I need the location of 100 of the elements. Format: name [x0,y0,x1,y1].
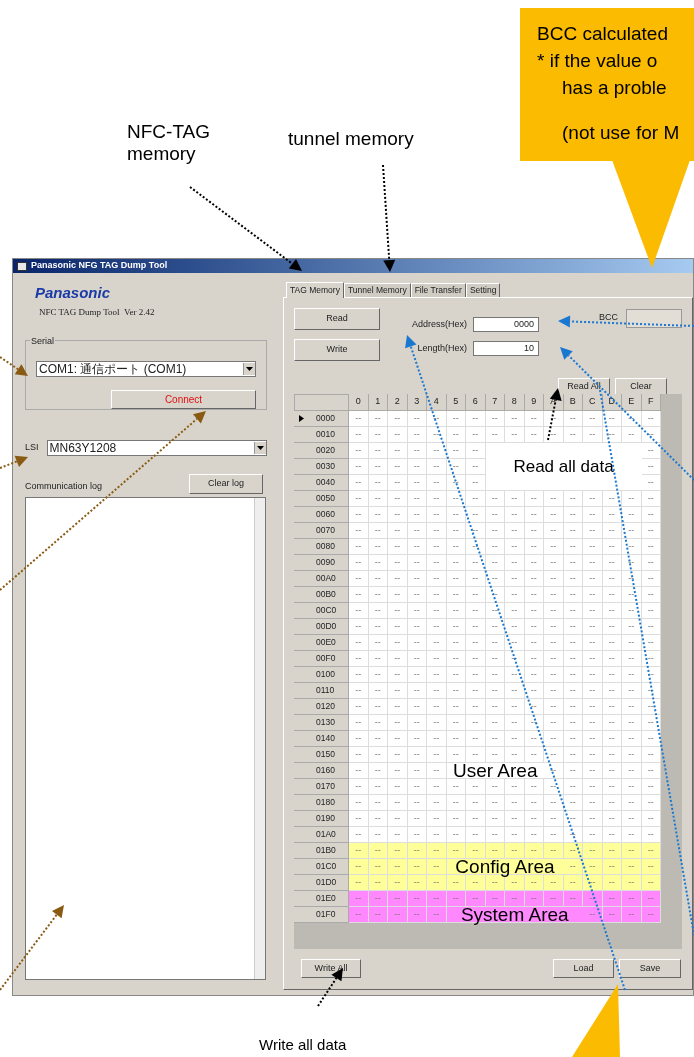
table-cell[interactable]: -- [388,699,408,715]
table-cell[interactable]: -- [563,747,583,763]
table-cell[interactable]: -- [544,555,564,571]
table-cell[interactable]: -- [427,475,447,491]
table-cell[interactable]: -- [407,571,427,587]
table-cell[interactable]: -- [466,619,486,635]
table-cell[interactable]: -- [407,875,427,891]
table-cell[interactable]: -- [485,491,505,507]
table-cell[interactable]: -- [583,571,603,587]
table-cell[interactable]: -- [427,635,447,651]
table-cell[interactable]: -- [368,443,388,459]
table-cell[interactable]: -- [446,427,466,443]
table-cell[interactable]: -- [583,747,603,763]
row-header[interactable]: 0180 [294,795,349,811]
table-cell[interactable]: -- [407,475,427,491]
table-cell[interactable]: -- [388,859,408,875]
table-cell[interactable]: -- [622,811,642,827]
row-header[interactable]: 00C0 [294,603,349,619]
table-cell[interactable]: -- [622,651,642,667]
table-cell[interactable]: -- [407,523,427,539]
table-cell[interactable]: -- [349,635,369,651]
row-header[interactable]: 0050 [294,491,349,507]
table-cell[interactable]: -- [407,795,427,811]
table-cell[interactable]: -- [349,715,369,731]
table-cell[interactable]: -- [388,619,408,635]
table-cell[interactable]: -- [485,715,505,731]
table-cell[interactable]: -- [622,587,642,603]
table-cell[interactable]: -- [446,619,466,635]
table-cell[interactable]: -- [368,667,388,683]
table-cell[interactable]: -- [544,827,564,843]
table-cell[interactable]: -- [583,699,603,715]
table-cell[interactable]: -- [544,587,564,603]
table-cell[interactable]: -- [427,555,447,571]
row-header[interactable]: 00F0 [294,651,349,667]
table-cell[interactable]: -- [368,427,388,443]
table-cell[interactable]: -- [505,699,525,715]
table-cell[interactable]: -- [602,635,622,651]
table-cell[interactable]: -- [466,811,486,827]
table-cell[interactable]: -- [563,795,583,811]
table-cell[interactable]: -- [368,571,388,587]
table-cell[interactable]: -- [583,523,603,539]
table-cell[interactable]: -- [622,779,642,795]
table-cell[interactable]: -- [368,411,388,427]
table-cell[interactable]: -- [388,827,408,843]
table-cell[interactable]: -- [466,571,486,587]
table-cell[interactable]: -- [427,619,447,635]
table-cell[interactable]: -- [349,795,369,811]
table-cell[interactable]: -- [427,779,447,795]
table-cell[interactable]: -- [427,859,447,875]
table-cell[interactable]: -- [524,635,544,651]
row-header[interactable]: 0070 [294,523,349,539]
table-cell[interactable]: -- [388,587,408,603]
table-cell[interactable]: -- [505,667,525,683]
table-cell[interactable]: -- [388,507,408,523]
table-cell[interactable]: -- [641,843,661,859]
row-header[interactable]: 00A0 [294,571,349,587]
table-cell[interactable]: -- [466,491,486,507]
table-cell[interactable]: -- [388,747,408,763]
table-cell[interactable]: -- [583,779,603,795]
row-header[interactable]: 01B0 [294,843,349,859]
write-button[interactable]: Write [294,339,380,361]
table-cell[interactable]: -- [427,763,447,779]
table-cell[interactable]: -- [583,827,603,843]
table-cell[interactable]: -- [388,683,408,699]
table-cell[interactable]: -- [641,875,661,891]
table-cell[interactable]: -- [388,411,408,427]
table-cell[interactable]: -- [349,459,369,475]
table-cell[interactable]: -- [368,555,388,571]
table-cell[interactable]: -- [524,523,544,539]
table-cell[interactable]: -- [544,811,564,827]
table-cell[interactable]: -- [368,875,388,891]
table-cell[interactable]: -- [349,683,369,699]
table-cell[interactable]: -- [407,507,427,523]
table-cell[interactable]: -- [427,651,447,667]
row-header[interactable]: 0130 [294,715,349,731]
table-cell[interactable]: -- [485,651,505,667]
table-cell[interactable]: -- [368,459,388,475]
row-header[interactable]: 0000 [294,411,349,427]
table-cell[interactable]: -- [368,507,388,523]
row-header[interactable]: 0060 [294,507,349,523]
table-cell[interactable]: -- [466,603,486,619]
table-cell[interactable]: -- [622,827,642,843]
table-cell[interactable]: -- [466,459,486,475]
table-cell[interactable]: -- [446,699,466,715]
table-cell[interactable]: -- [349,475,369,491]
table-cell[interactable]: -- [485,523,505,539]
table-cell[interactable]: -- [544,651,564,667]
table-cell[interactable]: -- [505,635,525,651]
table-cell[interactable]: -- [446,875,466,891]
table-cell[interactable]: -- [544,491,564,507]
table-cell[interactable]: -- [544,411,564,427]
save-button[interactable]: Save [619,959,681,978]
table-cell[interactable]: -- [641,411,661,427]
table-cell[interactable]: -- [466,731,486,747]
table-cell[interactable]: -- [427,587,447,603]
table-cell[interactable]: -- [446,587,466,603]
row-header[interactable]: 0090 [294,555,349,571]
table-cell[interactable]: -- [446,523,466,539]
table-cell[interactable]: -- [368,747,388,763]
table-cell[interactable]: -- [602,827,622,843]
